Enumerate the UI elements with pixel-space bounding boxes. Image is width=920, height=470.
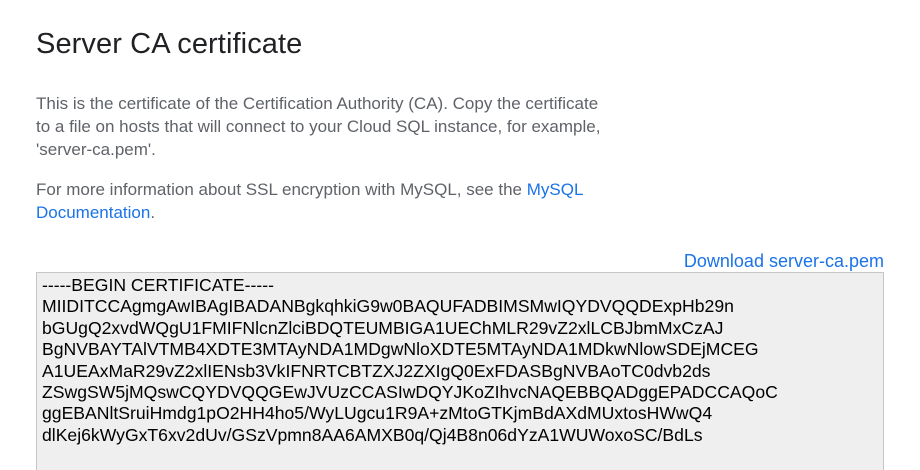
download-server-ca-link[interactable]: Download server-ca.pem bbox=[684, 249, 884, 273]
certificate-text[interactable]: -----BEGIN CERTIFICATE----- MIIDITCCAgmg… bbox=[42, 275, 878, 446]
certificate-textarea[interactable]: -----BEGIN CERTIFICATE----- MIIDITCCAgmg… bbox=[36, 272, 884, 470]
more-info-text: For more information about SSL encryptio… bbox=[36, 180, 527, 199]
dialog-title: Server CA certificate bbox=[36, 28, 303, 60]
certificate-description: This is the certificate of the Certifica… bbox=[36, 94, 601, 159]
server-ca-certificate-dialog: Server CA certificate This is the certif… bbox=[0, 0, 920, 470]
ssl-more-info: For more information about SSL encryptio… bbox=[36, 178, 736, 224]
more-info-period: . bbox=[150, 203, 156, 222]
